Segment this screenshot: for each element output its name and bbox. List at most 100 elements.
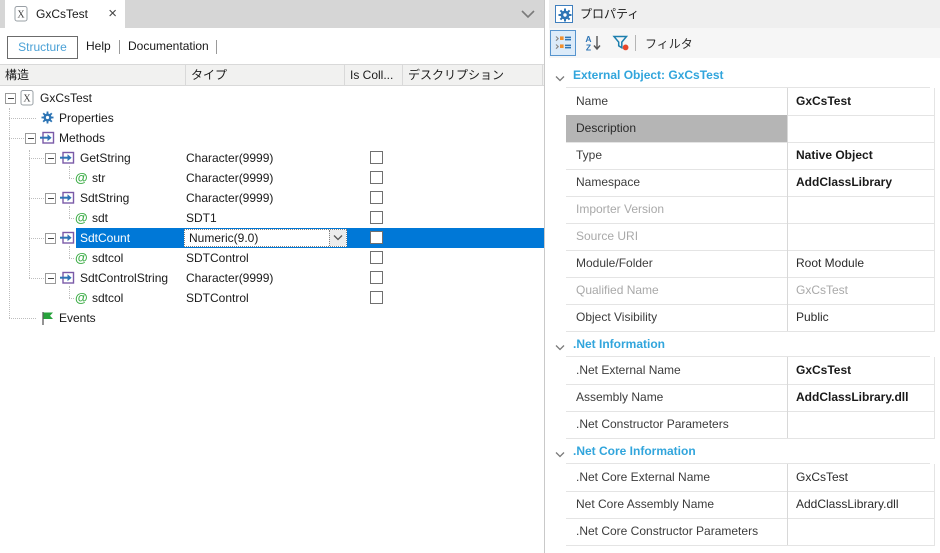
is-collection-checkbox[interactable]: [370, 211, 383, 224]
type-combobox-value: Numeric(9.0): [189, 231, 259, 245]
section-label: Java Information: [573, 545, 669, 553]
property-label: Name: [566, 88, 788, 115]
property-section-header[interactable]: Java Information: [549, 545, 935, 553]
property-row-object-visibility[interactable]: Object Visibility Public: [566, 304, 935, 332]
tree-expander[interactable]: [25, 133, 36, 144]
tree-expander[interactable]: [45, 153, 56, 164]
property-value[interactable]: GxCsTest: [788, 277, 935, 304]
tree-item-label: Properties: [59, 111, 114, 125]
property-label: Net Core Assembly Name: [566, 491, 788, 518]
tree-row-str[interactable]: @ str Character(9999): [0, 168, 544, 188]
tree-row-properties[interactable]: Properties: [0, 108, 544, 128]
tree-row-sdtcount[interactable]: SdtCount Numeric(9.0): [0, 228, 544, 248]
is-collection-checkbox[interactable]: [370, 251, 383, 264]
property-value[interactable]: [788, 223, 935, 250]
tree-item-type: Character(9999): [186, 151, 274, 165]
method-icon: [60, 270, 75, 289]
property-grid: External Object: GxCsTest Name GxCsTest Des…: [549, 0, 940, 553]
property-value[interactable]: Root Module: [788, 250, 935, 277]
property-value[interactable]: GxCsTest: [788, 464, 935, 491]
tree-expander[interactable]: [5, 93, 16, 104]
combobox-dropdown-button[interactable]: [329, 230, 346, 246]
property-row--net-core-external-name[interactable]: .Net Core External Name GxCsTest: [566, 464, 935, 492]
property-value[interactable]: Public: [788, 304, 935, 331]
property-label: Importer Version: [566, 196, 788, 223]
tree-row-methods[interactable]: Methods: [0, 128, 544, 148]
property-row--net-core-constructor-parameters[interactable]: .Net Core Constructor Parameters: [566, 518, 935, 546]
property-section-header[interactable]: .Net Core Information: [549, 438, 935, 464]
property-row--net-external-name[interactable]: .Net External Name GxCsTest: [566, 357, 935, 385]
tree-row-sdtcol[interactable]: @ sdtcol SDTControl: [0, 248, 544, 268]
property-row-net-core-assembly-name[interactable]: Net Core Assembly Name AddClassLibrary.dl…: [566, 491, 935, 519]
tree-item-label: sdtcol: [92, 251, 124, 265]
property-value[interactable]: [788, 518, 935, 545]
property-section-header[interactable]: External Object: GxCsTest: [549, 62, 935, 88]
method-icon: [60, 190, 75, 209]
property-row-importer-version[interactable]: Importer Version: [566, 196, 935, 224]
tree-expander[interactable]: [45, 193, 56, 204]
property-value[interactable]: [788, 196, 935, 223]
tree-row-sdt[interactable]: @ sdt SDT1: [0, 208, 544, 228]
parameter-icon: @: [75, 250, 88, 265]
tree-expander[interactable]: [45, 233, 56, 244]
property-value[interactable]: GxCsTest: [788, 357, 935, 384]
is-collection-checkbox[interactable]: [370, 151, 383, 164]
tree-row-sdtstring[interactable]: SdtString Character(9999): [0, 188, 544, 208]
method-icon: [60, 150, 75, 169]
property-row-description[interactable]: Description: [566, 115, 935, 143]
tree-item-label: sdt: [92, 211, 109, 225]
property-label: .Net Constructor Parameters: [566, 411, 788, 438]
is-collection-checkbox[interactable]: [370, 171, 383, 184]
tree-item-type: SDT1: [186, 211, 217, 225]
parameter-icon: @: [75, 210, 88, 225]
tree-item-type: Character(9999): [186, 191, 274, 205]
section-label: .Net Core Information: [573, 444, 696, 458]
tree-row-sdtcol[interactable]: @ sdtcol SDTControl: [0, 288, 544, 308]
is-collection-checkbox[interactable]: [370, 191, 383, 204]
tree-item-type: SDTControl: [186, 251, 249, 265]
method-icon: [40, 130, 55, 149]
tree-item-label: GxCsTest: [40, 91, 93, 105]
properties-pane: プロパティ A Z フィルタ External Object: GxCsTest…: [549, 0, 940, 553]
property-row-source-uri[interactable]: Source URI: [566, 223, 935, 251]
property-value[interactable]: GxCsTest: [788, 88, 935, 115]
property-value[interactable]: [788, 115, 935, 142]
property-row-qualified-name[interactable]: Qualified Name GxCsTest: [566, 277, 935, 305]
tree-item-label: Events: [59, 311, 96, 325]
tree-item-label: sdtcol: [92, 291, 124, 305]
property-row-namespace[interactable]: Namespace AddClassLibrary: [566, 169, 935, 197]
tree-row-gxcstest[interactable]: X GxCsTest: [0, 88, 544, 108]
property-row-type[interactable]: Type Native Object: [566, 142, 935, 170]
tree-item-type: Character(9999): [186, 271, 274, 285]
chevron-down-icon: [555, 447, 565, 461]
chevron-down-icon: [555, 71, 565, 85]
flag-icon: [40, 310, 55, 330]
property-label: Object Visibility: [566, 304, 788, 331]
method-icon: [60, 230, 75, 249]
property-row-name[interactable]: Name GxCsTest: [566, 88, 935, 116]
is-collection-checkbox[interactable]: [370, 271, 383, 284]
is-collection-checkbox[interactable]: [370, 291, 383, 304]
is-collection-checkbox[interactable]: [370, 231, 383, 244]
property-value[interactable]: AddClassLibrary.dll: [788, 384, 935, 411]
tree-row-events[interactable]: Events: [0, 308, 544, 328]
tree-row-sdtcontrolstring[interactable]: SdtControlString Character(9999): [0, 268, 544, 288]
tree-row-getstring[interactable]: GetString Character(9999): [0, 148, 544, 168]
property-section-header[interactable]: .Net Information: [549, 331, 935, 357]
property-value[interactable]: AddClassLibrary.dll: [788, 491, 935, 518]
tree-expander[interactable]: [45, 273, 56, 284]
genexus-ide-window: X GxCsTest × Structure Help Documentatio…: [0, 0, 940, 553]
property-row-assembly-name[interactable]: Assembly Name AddClassLibrary.dll: [566, 384, 935, 412]
property-row--net-constructor-parameters[interactable]: .Net Constructor Parameters: [566, 411, 935, 439]
tree-item-label: SdtControlString: [80, 271, 169, 285]
property-label: .Net External Name: [566, 357, 788, 384]
structure-tree: X GxCsTest Properties Methods GetString Chara…: [0, 0, 545, 553]
property-row-module-folder[interactable]: Module/Folder Root Module: [566, 250, 935, 278]
type-combobox[interactable]: Numeric(9.0): [184, 229, 347, 247]
property-value[interactable]: [788, 411, 935, 438]
tree-item-label: str: [92, 171, 106, 185]
external-object-icon: X: [20, 90, 34, 110]
property-label: Qualified Name: [566, 277, 788, 304]
property-value[interactable]: Native Object: [788, 142, 935, 169]
property-value[interactable]: AddClassLibrary: [788, 169, 935, 196]
